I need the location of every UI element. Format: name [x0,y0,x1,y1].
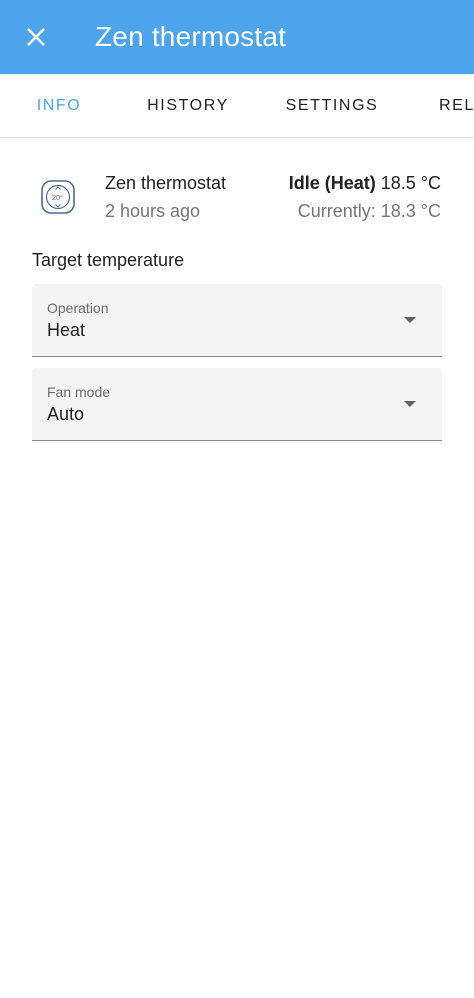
close-icon [27,28,45,46]
tab-history[interactable]: HISTORY [128,74,248,137]
tab-bar: INFO HISTORY SETTINGS REL... [0,74,474,138]
entity-state: Idle (Heat) 18.5 °C [289,172,441,194]
close-button[interactable] [20,21,52,53]
last-changed: 2 hours ago [105,201,201,221]
app-bar: Zen thermostat [0,0,474,74]
svg-text:20°: 20° [52,193,63,202]
entity-row: 20° Zen thermostat 2 hours ago Idle (Hea… [0,165,474,229]
state-label: Idle (Heat) [288,173,376,193]
target-temperature-value: 18.5 °C [380,173,441,193]
tab-info[interactable]: INFO [0,74,118,137]
thermostat-icon: 20° [41,180,75,214]
current-temperature: Currently: 18.3 °C [297,201,441,221]
chevron-down-icon [404,401,416,407]
fan-mode-select[interactable]: Fan mode Auto [32,368,442,441]
dialog-title: Zen thermostat [95,21,287,52]
tab-related[interactable]: REL... [430,74,474,137]
fan-mode-select-label: Fan mode [47,384,111,400]
fan-mode-select-value: Auto [47,404,85,424]
target-temperature-label: Target temperature [32,250,185,270]
operation-select[interactable]: Operation Heat [32,284,442,357]
operation-select-label: Operation [47,300,109,316]
tab-settings[interactable]: SETTINGS [268,74,396,137]
operation-select-value: Heat [47,320,86,340]
entity-name: Zen thermostat [105,173,227,193]
chevron-down-icon [404,317,416,323]
